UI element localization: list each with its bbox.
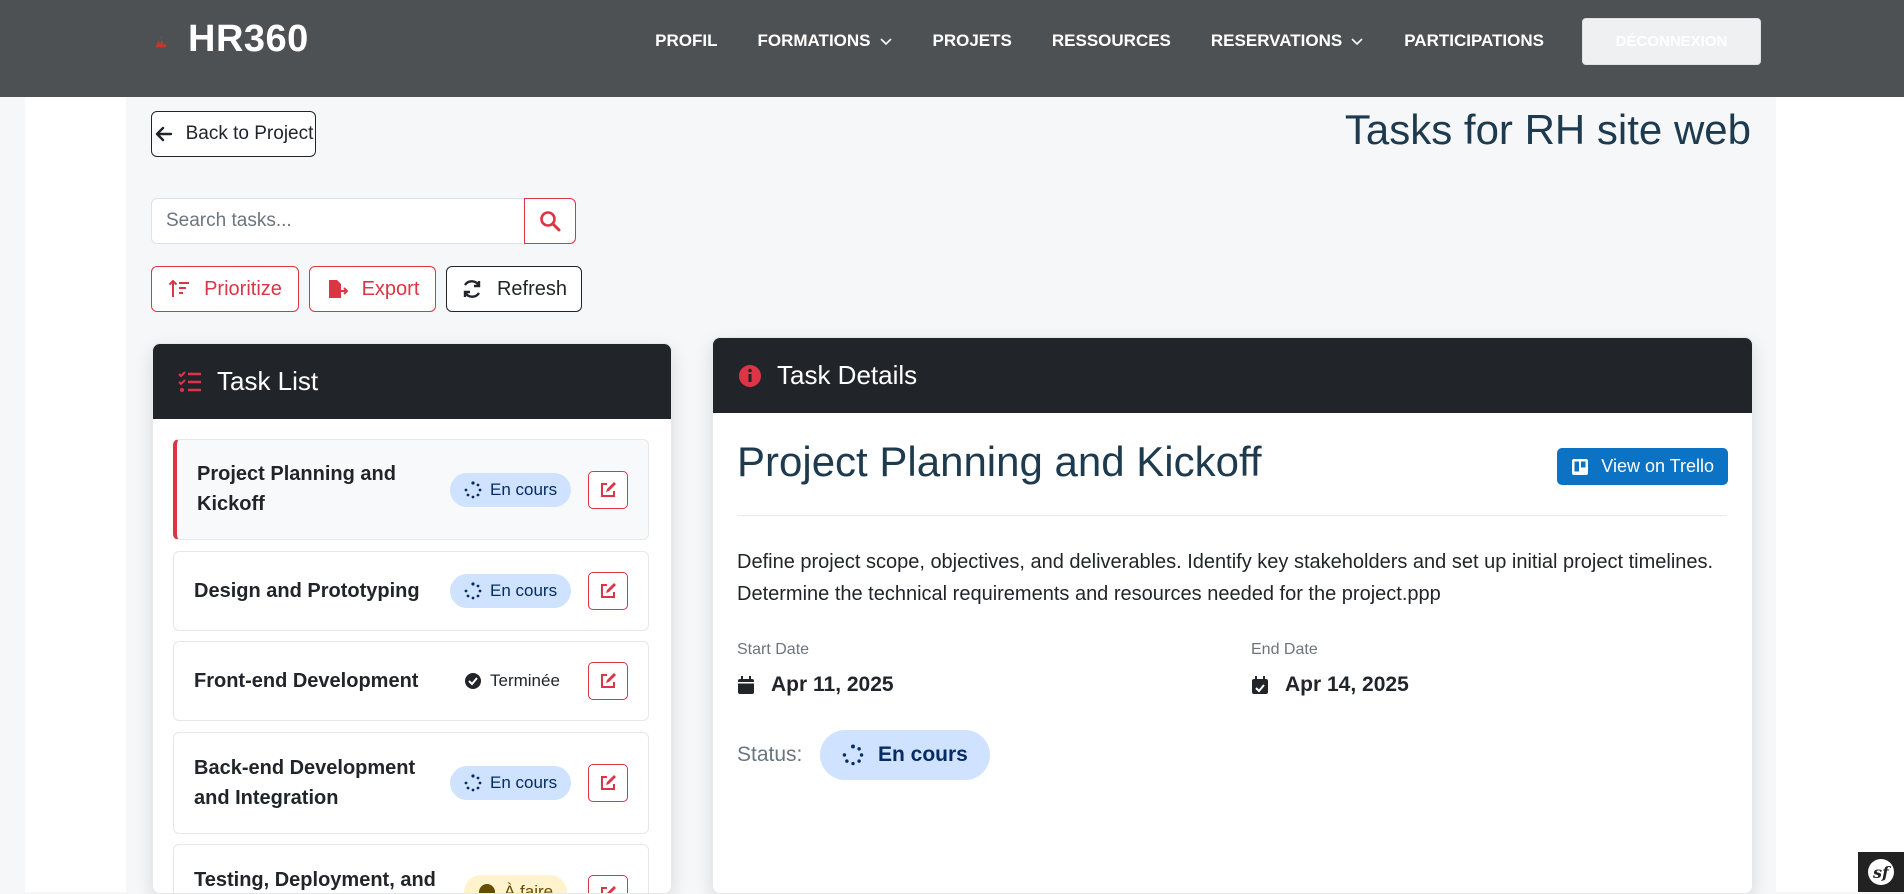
status-label: En cours [490,773,558,792]
task-list-card: Task List Project Planning and Kickoff E… [152,343,672,894]
task-name: Testing, Deployment, and [194,869,436,891]
page-title: Tasks for RH site web [1344,106,1751,153]
status-label: Terminée [490,671,560,690]
refresh-button[interactable]: Refresh [446,266,582,312]
info-circle-icon [739,364,761,387]
task-list-item[interactable]: Front-end Development Terminée [173,641,649,721]
nav-item-label: RESSOURCES [1051,31,1171,50]
clock-icon [479,884,495,893]
top-navbar: HR360 PROFIL FORMATIONS PROJETS RESSOURC… [0,0,1904,97]
calendar-check-icon [1252,676,1268,694]
chevron-down-icon [1351,38,1363,46]
status-value: En cours [878,743,968,766]
spinner-icon [464,582,482,600]
export-label: Export [361,277,420,300]
refresh-label: Refresh [496,277,568,300]
status-label: En cours [490,480,558,499]
brand[interactable]: HR360 [150,18,309,61]
status-badge: En cours [450,574,572,608]
nav-menu: PROFIL FORMATIONS PROJETS RESSOURCES RES… [655,0,1544,82]
status-badge: En cours [450,473,572,507]
search-icon [540,211,561,232]
status-field-label: Status: [737,743,803,766]
status-badge: En cours [820,730,990,780]
file-export-icon [328,280,348,298]
task-list-item[interactable]: Design and Prototyping En cours [173,551,649,631]
trello-button-label: View on Trello [1601,456,1714,476]
list-check-icon [178,370,201,392]
symfony-logo-icon: sf [1868,859,1894,885]
task-details-title: Task Details [777,360,918,390]
logout-button[interactable]: DÉCONNEXION [1582,18,1761,65]
check-circle-icon [465,673,481,689]
chevron-down-icon [879,38,892,46]
task-name: Project Planning and Kickoff [197,463,396,515]
prioritize-button[interactable]: Prioritize [151,266,299,312]
edit-icon [601,673,616,688]
task-title: Project Planning and Kickoff [737,438,1262,485]
edit-task-button[interactable] [588,875,628,893]
prioritize-label: Prioritize [204,277,282,300]
status-badge: À faire [464,875,568,894]
arrow-left-icon [155,126,172,142]
divider [737,515,1727,516]
start-date-value: Apr 11, 2025 [737,673,894,697]
nav-item-label: FORMATIONS [757,31,871,50]
task-description: Define project scope, objectives, and de… [737,551,1714,605]
task-name: Design and Prototyping [194,580,420,602]
nav-item-reservations[interactable]: RESERVATIONS [1211,31,1364,51]
refresh-icon [463,280,481,298]
status-badge: En cours [450,766,572,800]
spinner-icon [842,744,864,766]
search-button[interactable] [524,198,576,244]
status-label: À faire [504,882,554,894]
calendar-icon [738,676,754,694]
sort-priority-icon [168,279,190,297]
edit-task-button[interactable] [588,471,628,509]
task-list-item[interactable]: Back-end Development and Integration En … [173,732,649,834]
edit-icon [601,482,616,497]
edit-task-button[interactable] [588,764,628,802]
edit-icon [601,775,616,790]
end-date-label: End Date [1251,641,1318,658]
task-list-header: Task List [153,344,671,419]
task-name: Back-end Development and Integration [194,757,416,809]
task-details-card: Task Details Project Planning and Kickof… [712,337,1753,894]
end-date-text: Apr 14, 2025 [1285,673,1409,696]
back-to-project-button[interactable]: Back to Project [151,111,316,157]
nav-item-label: RESERVATIONS [1210,31,1343,50]
export-button[interactable]: Export [309,266,436,312]
symfony-toolbar-toggle[interactable]: sf [1858,852,1904,892]
nav-item-label: PROFIL [655,31,718,50]
task-list-item[interactable]: Testing, Deployment, and À faire [173,844,649,894]
spinner-icon [464,774,482,792]
task-details-header: Task Details [713,338,1752,413]
nav-item-formations[interactable]: FORMATIONS [758,31,893,51]
status-label: En cours [490,581,558,600]
trello-icon [1572,458,1589,475]
nav-item-label: PROJETS [932,31,1012,50]
status-badge: Terminée [464,664,560,698]
flame-logo-icon [155,34,167,47]
nav-item-ressources[interactable]: RESSOURCES [1052,31,1171,51]
back-button-label: Back to Project [185,123,314,144]
spinner-icon [464,481,482,499]
nav-item-participations[interactable]: PARTICIPATIONS [1404,31,1544,51]
task-list-title: Task List [217,366,319,396]
task-name: Front-end Development [194,670,419,692]
nav-item-label: PARTICIPATIONS [1404,31,1544,50]
start-date-text: Apr 11, 2025 [771,673,894,696]
end-date-value: Apr 14, 2025 [1251,673,1409,697]
edit-task-button[interactable] [588,662,628,700]
start-date-label: Start Date [737,641,810,658]
view-on-trello-button[interactable]: View on Trello [1557,448,1728,485]
search-input[interactable] [151,198,523,244]
nav-item-profil[interactable]: PROFIL [655,31,717,51]
edit-icon [601,886,616,893]
nav-item-projets[interactable]: PROJETS [933,31,1012,51]
task-list-item[interactable]: Project Planning and Kickoff En cours [173,439,649,540]
brand-name: HR360 [188,18,309,60]
edit-task-button[interactable] [588,572,628,610]
edit-icon [601,583,616,598]
